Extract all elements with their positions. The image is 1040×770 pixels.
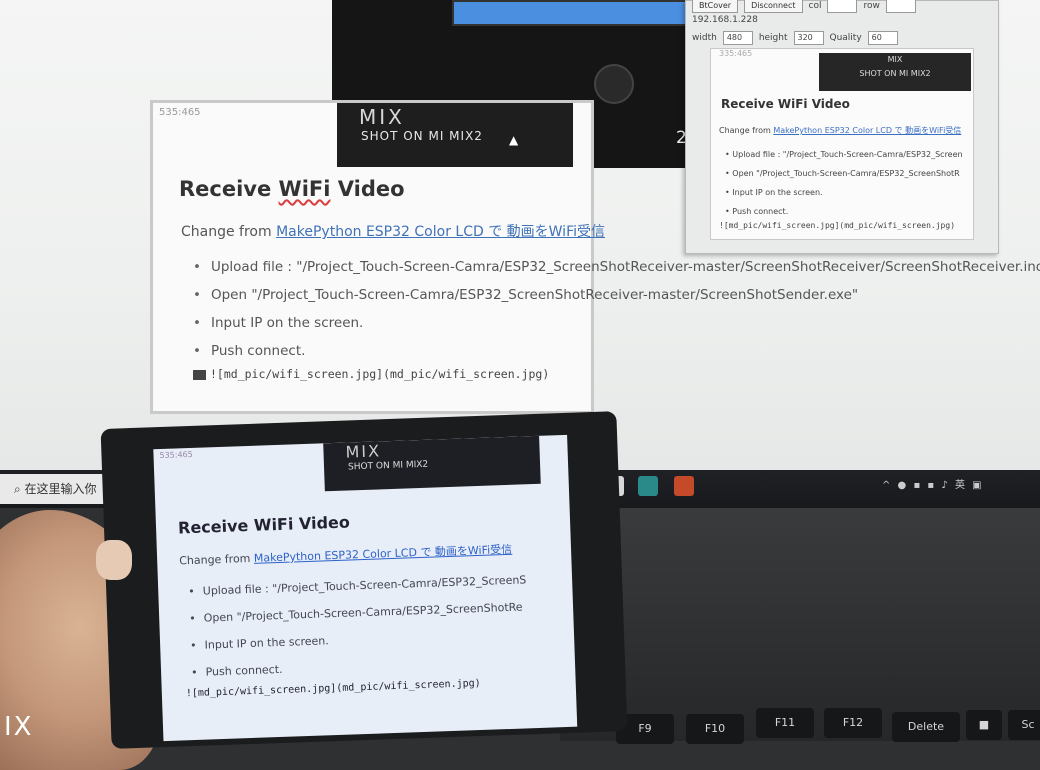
receive-wifi-video-card: 535:465 MIX SHOT ON MI MIX2 ▲ Receive Wi… [150,100,1040,414]
mouse-cursor-icon: ▲ [509,133,519,147]
mini-bullet: Push connect. [725,202,963,221]
disconnect-button[interactable]: Disconnect [744,0,803,13]
bottom-watermark: IX [4,712,34,742]
width-input[interactable]: 480 [722,31,753,45]
device-change-prefix: Change from [178,551,255,568]
blue-display-bar [452,0,711,26]
key-scroll[interactable]: Sc [1008,710,1040,740]
key-f12[interactable]: F12 [824,708,882,738]
key-delete[interactable]: Delete [892,712,960,742]
card-title: Receive WiFi Video [179,177,405,201]
device-screen: 535:465 MIX SHOT ON MI MIX2 Receive WiFi… [153,434,578,742]
device-title: Receive WiFi Video [177,512,351,538]
col-label: col [808,1,822,11]
device-coords: 535:465 [159,449,193,461]
height-label: height [758,33,788,43]
mini-change-link[interactable]: MakePython ESP32 Color LCD で 動画をWiFi受信 [773,126,961,135]
width-label: width [692,33,717,43]
device-mix: MIX [345,441,382,462]
tool-taskbar-icon[interactable] [674,476,694,496]
image-icon [193,369,206,380]
col-input[interactable] [827,0,858,13]
mini-mix: MIX [887,55,903,64]
ime-indicator[interactable]: 英 [955,480,967,491]
quality-label: Quality [829,33,862,43]
mini-title: Receive WiFi Video [721,97,850,111]
mini-coords: 335:465 [719,49,753,58]
thumb-nail [96,540,132,580]
mini-image-line: ![md_pic/wifi_screen.jpg](md_pic/wifi_sc… [719,221,956,230]
cover-button[interactable]: BtCover [692,0,739,13]
change-link[interactable]: MakePython ESP32 Color LCD で 動画をWiFi受信 [276,224,605,240]
search-icon: ⌕ [14,482,25,496]
key-save-icon[interactable]: ■ [966,710,1002,740]
instruction-list: Upload file : "/Project_Touch-Screen-Cam… [193,253,1040,365]
system-tray: ^ ● ▪ ▪ ♪ 英 ▣ [882,480,984,491]
mini-preview-card: 335:465 MIX SHOT ON MI MIX2 Receive WiFi… [710,48,974,240]
instruction-item: Push connect. [193,337,1040,365]
search-placeholder: 在这里输入你 [24,482,97,496]
device-change-line: Change from MakePython ESP32 Color LCD で… [179,541,513,569]
row-input[interactable] [885,0,916,13]
mini-bullet-list: Upload file : "/Project_Touch-Screen-Cam… [725,145,963,221]
key-f10[interactable]: F10 [686,714,744,744]
title-prefix: Receive [179,177,279,201]
mini-bullet: Open "/Project_Touch-Screen-Camra/ESP32_… [725,164,963,183]
instruction-item: Input IP on the screen. [193,309,1040,337]
change-from-line: Change from MakePython ESP32 Color LCD で… [181,221,605,241]
ip-field[interactable]: 192.168.1.228 [692,15,758,25]
row-label: row [863,1,880,11]
height-input[interactable]: 320 [793,31,824,45]
title-wifi: WiFi [278,177,331,201]
laptop-keyboard: F9 F10 F11 F12 Delete ■ Sc [560,508,1040,744]
instruction-item: Open "/Project_Touch-Screen-Camra/ESP32_… [193,281,1040,309]
title-suffix: Video [330,177,405,201]
mini-dark-strip: MIX SHOT ON MI MIX2 [819,53,971,91]
shot-on-watermark: SHOT ON MI MIX2 [361,129,483,143]
coords-readout: 535:465 [159,107,201,118]
image-markdown-text: ![md_pic/wifi_screen.jpg](md_pic/wifi_sc… [210,367,550,381]
mini-shot: SHOT ON MI MIX2 [859,69,931,78]
mix-watermark: MIX [359,105,405,129]
instruction-item: Upload file : "/Project_Touch-Screen-Cam… [193,253,1040,281]
image-markdown-line: ![md_pic/wifi_screen.jpg](md_pic/wifi_sc… [193,367,549,381]
key-f11[interactable]: F11 [756,708,814,738]
camera-lens [594,64,634,104]
mini-change-prefix: Change from [719,126,774,135]
quality-input[interactable]: 60 [867,31,898,45]
device-change-link: MakePython ESP32 Color LCD で 動画をWiFi受信 [253,542,513,565]
mini-bullet: Upload file : "/Project_Touch-Screen-Cam… [725,145,962,164]
device-bullet-list: Upload file : "/Project_Touch-Screen-Cam… [188,566,530,686]
change-prefix: Change from [181,224,277,240]
handheld-lcd-device: 535:465 MIX SHOT ON MI MIX2 Receive WiFi… [100,411,628,749]
mini-change-line: Change from MakePython ESP32 Color LCD で… [719,125,961,136]
taskbar-search-input[interactable]: ⌕ 在这里输入你 [0,474,118,504]
mini-bullet: Input IP on the screen. [725,183,963,202]
arduino-taskbar-icon[interactable] [638,476,658,496]
